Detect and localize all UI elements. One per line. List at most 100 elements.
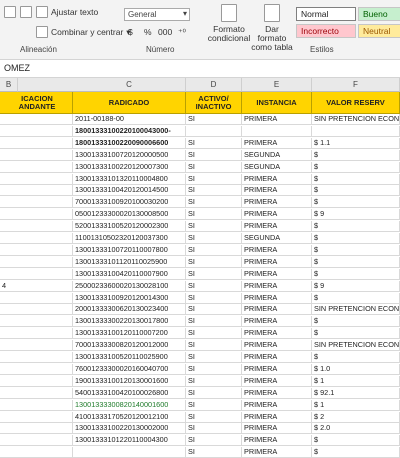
cell-f[interactable]: $ 1 (312, 399, 400, 411)
cell-f[interactable]: $ 9 (312, 209, 400, 221)
cell-d[interactable]: SI (186, 268, 242, 280)
cell-f[interactable]: $ 1.1 (312, 137, 400, 149)
cell-c[interactable]: 13001333100720120000500 (73, 149, 186, 161)
cell-d[interactable]: SI (186, 387, 242, 399)
style-neutral[interactable]: Neutral (358, 24, 400, 38)
cell-d[interactable]: SI (186, 292, 242, 304)
cell-b[interactable] (0, 149, 73, 161)
cell-b[interactable] (0, 399, 73, 411)
cell-d[interactable]: SI (186, 221, 242, 233)
cell-f[interactable]: $ (312, 185, 400, 197)
cell-f[interactable]: $ 1 (312, 375, 400, 387)
cell-d[interactable]: SI (186, 399, 242, 411)
cell-d[interactable]: SI (186, 173, 242, 185)
cell-c[interactable]: 2011-00188-00 (73, 114, 186, 125)
cell-c[interactable]: 76001233300020160040700 (73, 363, 186, 375)
cell-f[interactable]: SIN PRETENCION ECON (312, 114, 400, 125)
cell-c[interactable]: 13001333100420110007900 (73, 268, 186, 280)
cell-e[interactable] (242, 125, 312, 137)
cell-c[interactable]: 25000233600020130028100 (73, 280, 186, 292)
cell-f[interactable]: $ (312, 221, 400, 233)
cell-b[interactable] (0, 209, 73, 221)
cell-f[interactable]: $ (312, 233, 400, 244)
cell-d[interactable]: SI (186, 304, 242, 316)
cell-b[interactable] (0, 328, 73, 340)
cell-e[interactable]: PRIMERA (242, 137, 312, 149)
cell-e[interactable]: PRIMERA (242, 375, 312, 387)
cell-e[interactable]: PRIMERA (242, 316, 312, 328)
cell-c[interactable]: 13001333100420120014500 (73, 185, 186, 197)
cell-d[interactable]: SI (186, 411, 242, 423)
cell-e[interactable]: PRIMERA (242, 280, 312, 292)
cell-d[interactable]: SI (186, 209, 242, 221)
cell-e[interactable]: SEGUNDA (242, 233, 312, 244)
cell-d[interactable]: SI (186, 340, 242, 352)
cell-b[interactable] (0, 114, 73, 125)
cell-b[interactable] (0, 173, 73, 185)
cell-f[interactable] (312, 125, 400, 137)
cell-f[interactable]: $ 92.1 (312, 387, 400, 399)
cell-e[interactable]: PRIMERA (242, 435, 312, 447)
cell-e[interactable]: PRIMERA (242, 340, 312, 352)
cell-c[interactable]: 13001333300220130017800 (73, 316, 186, 328)
cell-d[interactable]: SI (186, 363, 242, 375)
cell-b[interactable] (0, 221, 73, 233)
cell-d[interactable]: SI (186, 375, 242, 387)
cell-e[interactable]: PRIMERA (242, 304, 312, 316)
cell-e[interactable]: PRIMERA (242, 363, 312, 375)
cell-e[interactable]: PRIMERA (242, 185, 312, 197)
cell-c[interactable]: 19001333100120130001600 (73, 375, 186, 387)
cell-d[interactable]: SI (186, 328, 242, 340)
cell-e[interactable]: PRIMERA (242, 387, 312, 399)
cell-e[interactable]: PRIMERA (242, 197, 312, 209)
cell-e[interactable]: PRIMERA (242, 352, 312, 363)
cell-d[interactable]: SI (186, 233, 242, 244)
cell-b[interactable] (0, 340, 73, 352)
percent-button[interactable]: % (144, 27, 152, 37)
cell-c[interactable]: 70001333300820120012000 (73, 340, 186, 352)
cell-b[interactable] (0, 161, 73, 173)
cell-b[interactable] (0, 447, 73, 458)
cell-b[interactable] (0, 375, 73, 387)
cell-c[interactable]: 13001333100220120007300 (73, 161, 186, 173)
cell-f[interactable]: $ (312, 316, 400, 328)
cell-d[interactable]: SI (186, 137, 242, 149)
cell-d[interactable]: SI (186, 316, 242, 328)
cell-d[interactable]: SI (186, 435, 242, 447)
cell-f[interactable]: $ (312, 352, 400, 363)
cell-c[interactable]: 13001333100220130002000 (73, 423, 186, 435)
cell-d[interactable]: SI (186, 161, 242, 173)
cell-e[interactable]: PRIMERA (242, 423, 312, 435)
cell-d[interactable]: SI (186, 185, 242, 197)
cell-f[interactable]: $ (312, 244, 400, 256)
cell-c[interactable]: 13001333300820140001600 (73, 399, 186, 411)
cell-e[interactable]: PRIMERA (242, 244, 312, 256)
cell-b[interactable] (0, 185, 73, 197)
cell-e[interactable]: SEGUNDA (242, 161, 312, 173)
cell-d[interactable]: SI (186, 149, 242, 161)
cell-d[interactable]: SI (186, 447, 242, 458)
cell-d[interactable]: SI (186, 352, 242, 363)
style-bueno[interactable]: Bueno (358, 7, 400, 21)
cell-c[interactable]: 70001333100920100030200 (73, 197, 186, 209)
cell-e[interactable]: PRIMERA (242, 292, 312, 304)
comma-style-button[interactable]: 000 (158, 27, 172, 37)
cell-c[interactable]: 13001333100120110007200 (73, 328, 186, 340)
cell-b[interactable] (0, 387, 73, 399)
cell-c[interactable]: 13001333101120110025900 (73, 256, 186, 268)
cell-e[interactable]: SEGUNDA (242, 149, 312, 161)
merge-center-button[interactable]: Combinar y centrar ▾ (36, 26, 131, 38)
cell-e[interactable]: PRIMERA (242, 209, 312, 221)
column-header-f[interactable]: F (312, 78, 400, 92)
cell-c[interactable]: 18001333100220100043000- (73, 125, 186, 137)
cell-c[interactable]: 13001333101320110004800 (73, 173, 186, 185)
cell-b[interactable] (0, 292, 73, 304)
cell-b[interactable] (0, 304, 73, 316)
cell-f[interactable]: $ 9 (312, 280, 400, 292)
cell-c[interactable]: 52001333100520120002300 (73, 221, 186, 233)
cell-c[interactable]: 54001333100420100026800 (73, 387, 186, 399)
conditional-format-button[interactable]: Formato condicional (208, 4, 250, 43)
cell-b[interactable] (0, 268, 73, 280)
cell-b[interactable] (0, 411, 73, 423)
cell-d[interactable]: SI (186, 280, 242, 292)
